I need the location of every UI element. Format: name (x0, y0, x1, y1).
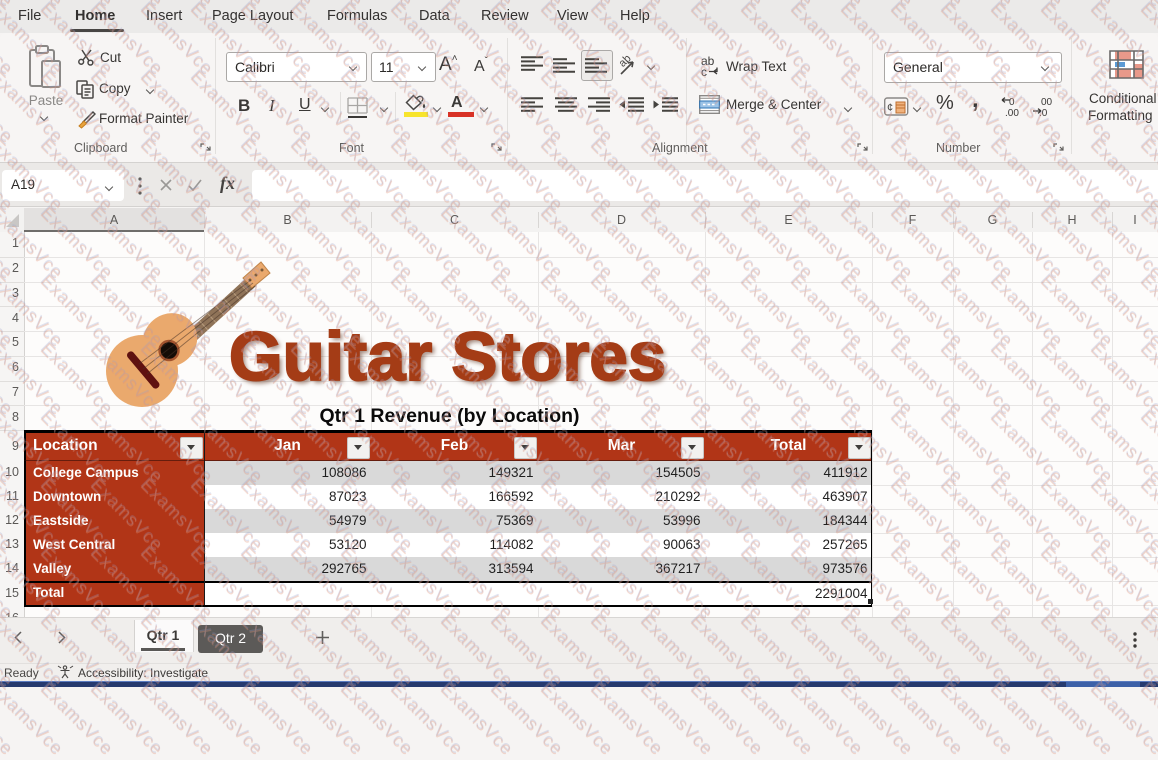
svg-text:¢: ¢ (887, 102, 893, 114)
svg-text:0: 0 (1009, 97, 1015, 108)
svg-text:ab: ab (619, 55, 634, 70)
svg-text:.00: .00 (1005, 108, 1019, 119)
svg-text:00: 00 (1041, 97, 1053, 108)
svg-text:c: c (701, 65, 707, 77)
